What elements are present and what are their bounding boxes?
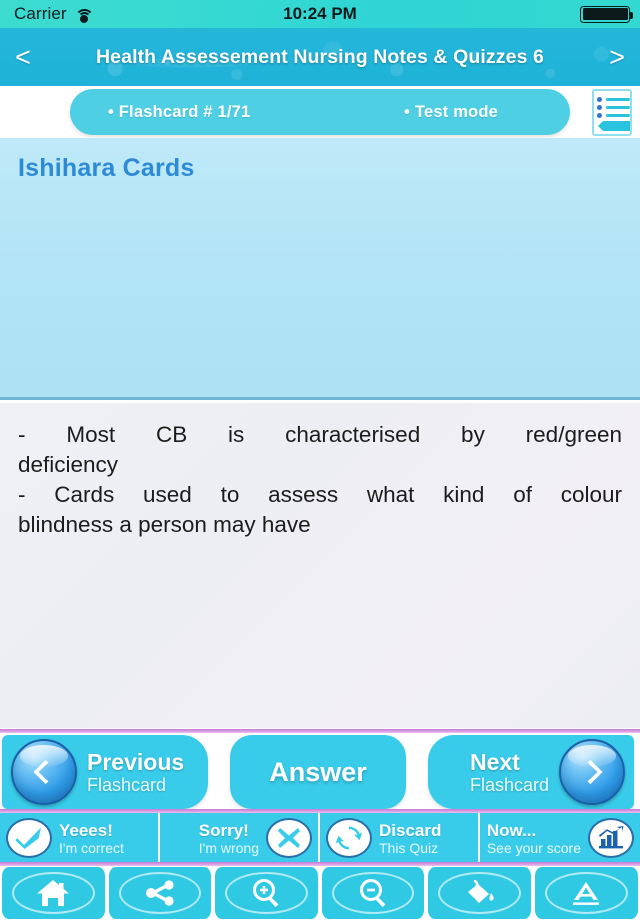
- zoom-out-button[interactable]: [319, 867, 427, 919]
- flashcard-counter-label: • Flashcard # 1/71: [108, 102, 251, 121]
- answer-line-4: blindness a person may have: [18, 512, 311, 537]
- status-bar-right: [580, 5, 633, 23]
- answer-line-2: deficiency: [18, 452, 119, 477]
- previous-flashcard-button[interactable]: Previous Flashcard: [2, 735, 208, 809]
- notes-list-button[interactable]: [590, 88, 636, 138]
- zoom-in-icon: [251, 878, 281, 908]
- home-icon: [36, 878, 70, 908]
- answer-line-3: - Cards used to assess what kind of colo…: [18, 482, 622, 507]
- discard-quiz-label: Discard This Quiz: [379, 820, 442, 856]
- font-size-icon: [570, 879, 602, 907]
- see-score-button[interactable]: Now... See your score: [480, 813, 640, 863]
- font-size-button[interactable]: [532, 867, 640, 919]
- clock-label: 10:24 PM: [283, 4, 357, 23]
- mark-wrong-label: Sorry! I'm wrong: [198, 820, 259, 856]
- mark-correct-button[interactable]: Yeees! I'm correct: [0, 813, 160, 863]
- answer-panel: - Most CB is characterised by red/green …: [0, 403, 640, 728]
- check-icon: [6, 818, 52, 858]
- flashcard-status-pill[interactable]: • Flashcard # 1/71 • Test mode: [70, 89, 570, 135]
- paint-bucket-icon: [463, 879, 497, 907]
- navigation-row: Previous Flashcard Answer Next Flashcard: [0, 735, 640, 809]
- answer-text: - Most CB is characterised by red/green …: [18, 420, 622, 540]
- app-header: < Health Assessement Nursing Notes & Qui…: [0, 28, 640, 86]
- refresh-icon: [326, 818, 372, 858]
- cross-icon: [266, 818, 312, 858]
- zoom-in-button[interactable]: [213, 867, 320, 919]
- next-flashcard-label: Next Flashcard: [469, 748, 549, 795]
- question-panel: Ishihara Cards: [0, 138, 640, 400]
- flashcard-app-screen: Carrier 10:24 PM < Health Assessement Nu…: [0, 0, 640, 920]
- bottom-toolbar: [0, 866, 640, 920]
- status-bar: Carrier 10:24 PM: [0, 0, 640, 28]
- chevron-left-icon: [11, 739, 77, 805]
- previous-flashcard-label: Previous Flashcard: [87, 748, 185, 795]
- page-title: Health Assessement Nursing Notes & Quizz…: [96, 46, 544, 68]
- info-bar: • Flashcard # 1/71 • Test mode: [0, 86, 640, 138]
- next-flashcard-button[interactable]: Next Flashcard: [428, 735, 634, 809]
- header-back-button[interactable]: <: [0, 43, 46, 71]
- home-button[interactable]: [0, 867, 107, 919]
- mark-wrong-button[interactable]: Sorry! I'm wrong: [160, 813, 320, 863]
- bar-chart-icon: [588, 818, 634, 858]
- see-score-label: Now... See your score: [486, 820, 581, 856]
- notes-list-icon: [592, 89, 632, 136]
- mark-correct-label: Yeees! I'm correct: [59, 820, 124, 856]
- separator-above-nav: [0, 729, 640, 733]
- question-title: Ishihara Cards: [18, 154, 195, 182]
- discard-quiz-button[interactable]: Discard This Quiz: [320, 813, 480, 863]
- chevron-right-icon: [559, 739, 625, 805]
- header-forward-button[interactable]: >: [594, 43, 640, 71]
- theme-color-button[interactable]: [426, 867, 533, 919]
- zoom-out-icon: [358, 878, 388, 908]
- share-button[interactable]: [106, 867, 214, 919]
- answer-button-label: Answer: [269, 756, 367, 787]
- share-icon: [144, 879, 176, 907]
- answer-button[interactable]: Answer: [230, 735, 406, 809]
- battery-full-icon: [580, 5, 633, 23]
- test-mode-label: • Test mode: [404, 102, 498, 121]
- answer-line-1: - Most CB is characterised by red/green: [18, 422, 622, 447]
- judgement-row: Yeees! I'm correct Sorry! I'm wrong Disc…: [0, 813, 640, 863]
